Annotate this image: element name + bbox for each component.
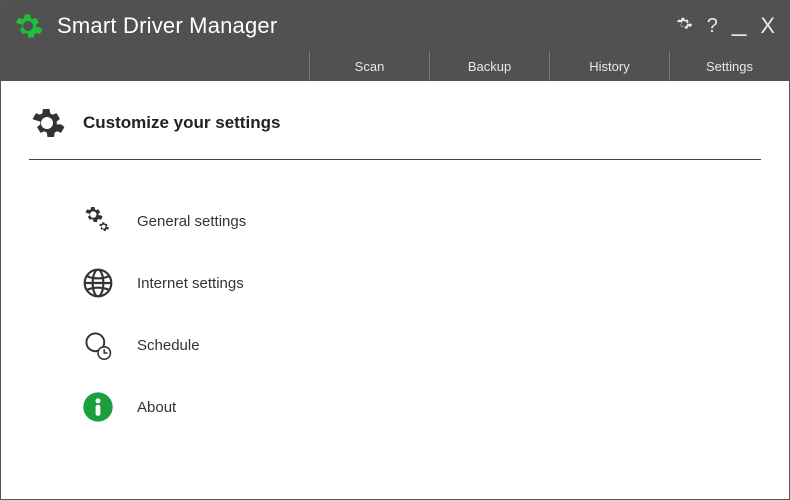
settings-icon[interactable]	[675, 15, 693, 37]
globe-icon	[81, 266, 115, 300]
app-logo-gear-icon	[13, 11, 43, 41]
app-title: Smart Driver Manager	[57, 13, 675, 39]
tab-backup[interactable]: Backup	[429, 51, 549, 81]
option-label: About	[137, 399, 176, 416]
option-schedule[interactable]: Schedule	[81, 328, 761, 362]
app-window: Smart Driver Manager ? _ X Scan Backup H…	[0, 0, 790, 500]
option-label: General settings	[137, 213, 246, 230]
tab-history[interactable]: History	[549, 51, 669, 81]
content-area: Customize your settings General settings	[1, 81, 789, 499]
titlebar: Smart Driver Manager ? _ X	[1, 1, 789, 51]
page-header: Customize your settings	[29, 105, 761, 160]
options-list: General settings Internet settings	[29, 204, 761, 424]
help-icon[interactable]: ?	[707, 16, 718, 36]
option-about[interactable]: About	[81, 390, 761, 424]
minimize-icon[interactable]: _	[732, 9, 746, 35]
window-controls: ? _ X	[675, 13, 775, 39]
gears-icon	[81, 204, 115, 238]
gear-icon	[29, 105, 65, 141]
close-icon[interactable]: X	[760, 15, 775, 37]
option-general-settings[interactable]: General settings	[81, 204, 761, 238]
tabbar: Scan Backup History Settings	[1, 51, 789, 81]
info-icon	[81, 390, 115, 424]
schedule-icon	[81, 328, 115, 362]
tab-settings[interactable]: Settings	[669, 51, 789, 81]
option-internet-settings[interactable]: Internet settings	[81, 266, 761, 300]
option-label: Schedule	[137, 337, 200, 354]
tab-scan[interactable]: Scan	[309, 51, 429, 81]
page-title: Customize your settings	[83, 113, 280, 133]
option-label: Internet settings	[137, 275, 244, 292]
